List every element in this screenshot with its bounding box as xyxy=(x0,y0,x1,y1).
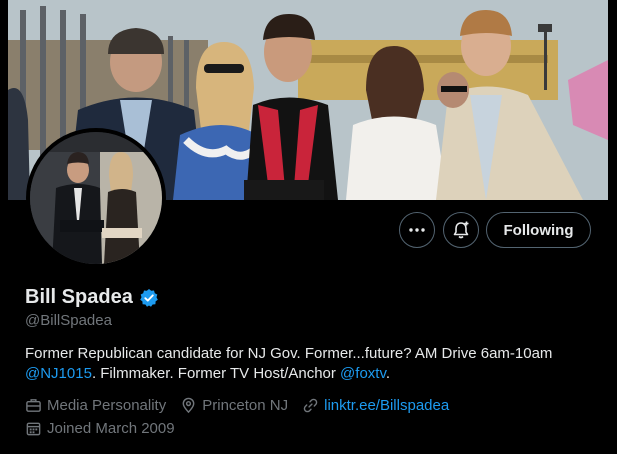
verified-badge-icon[interactable] xyxy=(139,288,159,308)
briefcase-icon xyxy=(26,399,41,412)
profile-name-row: Bill Spadea xyxy=(25,286,159,309)
bio-text: Former Republican candidate for NJ Gov. … xyxy=(25,345,553,362)
profile-avatar[interactable] xyxy=(26,128,166,268)
profile-website[interactable]: linktr.ee/Billspadea xyxy=(302,397,449,414)
profile-location: Princeton NJ xyxy=(180,397,288,414)
bio-text: . xyxy=(385,365,391,382)
profile-meta: Media Personality Princeton NJ linktr.ee… xyxy=(25,397,463,414)
profile-category: Media Personality xyxy=(25,397,166,414)
following-button[interactable]: Following xyxy=(486,212,591,248)
location-pin-icon xyxy=(182,397,195,414)
website-link[interactable]: linktr.ee/Billspadea xyxy=(324,397,449,414)
profile-page: Following Bill Spadea @BillSpadea Former… xyxy=(8,0,608,454)
more-button[interactable] xyxy=(399,212,435,248)
display-name: Bill Spadea xyxy=(25,286,133,308)
profile-joined: Joined March 2009 xyxy=(25,420,175,437)
profile-bio: Former Republican candidate for NJ Gov. … xyxy=(25,344,595,384)
category-label: Media Personality xyxy=(47,397,167,414)
notifications-button[interactable] xyxy=(443,212,479,248)
bio-text: . Filmmaker. Former TV Host/Anchor xyxy=(91,365,341,382)
bio-mention-foxtv[interactable]: @foxtv xyxy=(340,365,386,382)
location-label: Princeton NJ xyxy=(202,397,289,414)
joined-date: Joined March 2009 xyxy=(47,420,175,437)
more-icon xyxy=(409,228,425,232)
profile-handle: @BillSpadea xyxy=(25,312,112,329)
notification-bell-icon xyxy=(453,221,469,239)
link-icon xyxy=(303,398,318,413)
bio-mention-nj1015[interactable]: @NJ1015 xyxy=(25,365,92,382)
calendar-icon xyxy=(26,422,41,436)
